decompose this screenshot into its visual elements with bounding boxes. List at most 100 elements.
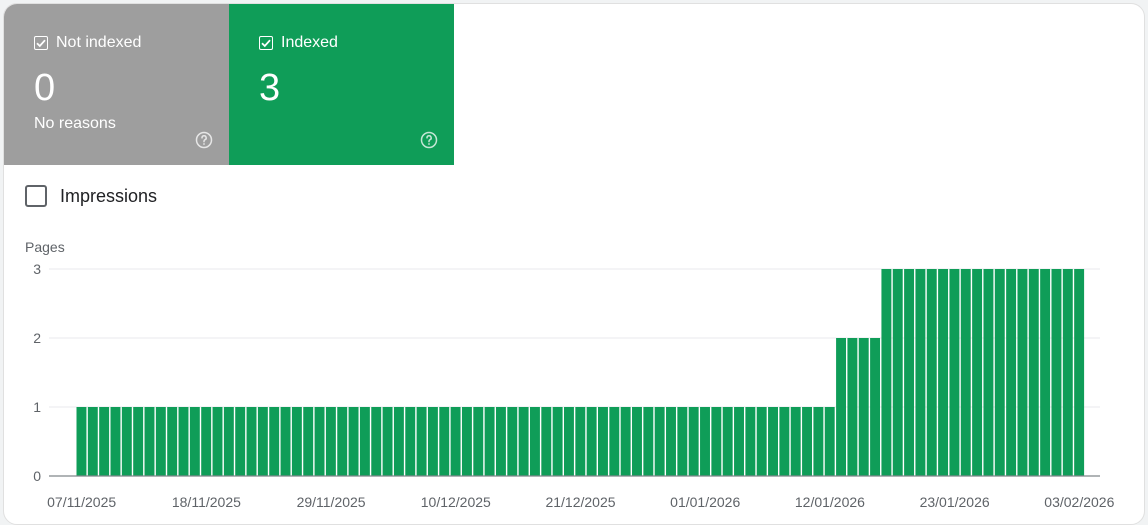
bar: [1017, 269, 1028, 476]
bar: [949, 269, 960, 476]
x-tick-label: 18/11/2025: [172, 494, 241, 510]
bar: [586, 407, 597, 476]
bar: [371, 407, 382, 476]
bar: [76, 407, 87, 476]
bar: [915, 269, 926, 476]
bar: [178, 407, 189, 476]
bar: [552, 407, 563, 476]
x-tick-label: 12/01/2026: [795, 494, 865, 510]
x-tick-label: 07/11/2025: [47, 494, 116, 510]
bar: [314, 407, 325, 476]
bar: [110, 407, 121, 476]
bar: [325, 407, 336, 476]
bar: [938, 269, 949, 476]
bar: [643, 407, 654, 476]
bar: [155, 407, 166, 476]
bar: [382, 407, 393, 476]
bar: [745, 407, 756, 476]
bar: [983, 269, 994, 476]
bar: [473, 407, 484, 476]
bar: [700, 407, 710, 476]
bar: [427, 407, 438, 476]
bar: [711, 407, 722, 476]
bar: [666, 407, 676, 476]
bar: [1074, 269, 1085, 476]
bar: [620, 407, 631, 476]
bar: [393, 407, 404, 476]
bar: [1040, 269, 1051, 476]
bar: [337, 407, 348, 476]
index-coverage-card: Not indexed 0 No reasons Indexed 3 Impre…: [3, 3, 1145, 525]
bar: [212, 407, 223, 476]
bar: [235, 407, 246, 476]
bar: [994, 269, 1005, 476]
bar: [144, 407, 155, 476]
bar: [529, 407, 540, 476]
bar: [201, 407, 212, 476]
y-tick-label: 1: [33, 399, 41, 415]
bar: [167, 407, 178, 476]
y-tick-label: 0: [33, 468, 41, 484]
bar: [632, 407, 642, 476]
bar: [484, 407, 495, 476]
bar: [779, 407, 790, 476]
bar: [359, 407, 370, 476]
bar: [858, 338, 869, 476]
bar: [416, 407, 427, 476]
bar: [654, 407, 665, 476]
bar: [688, 407, 699, 476]
bar: [563, 407, 574, 476]
bar: [1028, 269, 1039, 476]
y-tick-label: 2: [33, 330, 41, 346]
bar: [348, 407, 359, 476]
bar: [972, 269, 983, 476]
bar: [439, 407, 450, 476]
x-tick-label: 21/12/2025: [545, 494, 615, 510]
bar: [1006, 269, 1017, 476]
bar: [575, 407, 586, 476]
bar: [722, 407, 733, 476]
y-axis-label: Pages: [25, 239, 65, 255]
bar: [450, 407, 461, 476]
bar: [99, 407, 110, 476]
bar: [892, 269, 903, 476]
bar: [836, 338, 847, 476]
bar: [609, 407, 620, 476]
bar: [960, 269, 971, 476]
bar: [541, 407, 552, 476]
bar: [824, 407, 835, 476]
bar: [405, 407, 416, 476]
bar: [677, 407, 688, 476]
x-tick-label: 29/11/2025: [297, 494, 366, 510]
bar: [189, 407, 200, 476]
bar: [847, 338, 858, 476]
bar: [507, 407, 518, 476]
bar: [756, 407, 767, 476]
bar: [461, 407, 472, 476]
bar: [87, 407, 98, 476]
bar: [926, 269, 937, 476]
x-tick-label: 03/02/2026: [1044, 494, 1114, 510]
y-tick-label: 3: [33, 261, 41, 277]
x-tick-label: 10/12/2025: [421, 494, 491, 510]
bar: [813, 407, 824, 476]
bar: [495, 407, 506, 476]
bar: [246, 407, 257, 476]
bar: [303, 407, 314, 476]
bar: [269, 407, 280, 476]
x-tick-label: 23/01/2026: [920, 494, 990, 510]
bar: [133, 407, 144, 476]
x-tick-label: 01/01/2026: [670, 494, 740, 510]
pages-chart: Pages 0 1 2 3 07/11/2025 18/11/2025 29/11/2025 1…: [25, 239, 1115, 510]
bar: [768, 407, 778, 476]
bar: [223, 407, 234, 476]
bar: [291, 407, 302, 476]
bar: [598, 407, 608, 476]
bar: [790, 407, 801, 476]
bar: [870, 338, 881, 476]
bar: [802, 407, 813, 476]
bar: [734, 407, 744, 476]
bar: [518, 407, 529, 476]
bar: [904, 269, 915, 476]
bar: [257, 407, 268, 476]
